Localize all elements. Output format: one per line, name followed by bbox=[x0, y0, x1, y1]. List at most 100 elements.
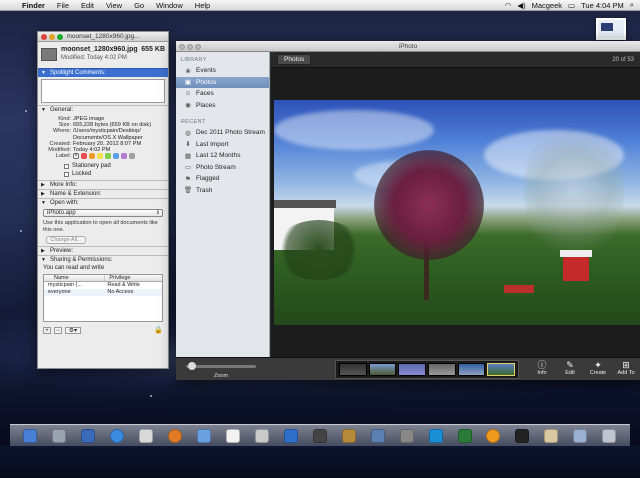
sidebar-item-last-12-months[interactable]: ▦ Last 12 Months bbox=[176, 150, 269, 162]
desktop-screenshot-icon[interactable] bbox=[596, 18, 626, 40]
mission-control-icon[interactable] bbox=[81, 428, 96, 443]
mail-icon[interactable] bbox=[139, 428, 154, 443]
iphoto-dock-icon[interactable] bbox=[283, 428, 298, 443]
filmstrip-thumb[interactable] bbox=[368, 363, 397, 376]
lock-icon[interactable]: 🔒 bbox=[154, 326, 163, 334]
quicktime-icon[interactable] bbox=[515, 428, 530, 443]
menu-go[interactable]: Go bbox=[128, 1, 150, 10]
table-row[interactable]: everyone No Access bbox=[44, 289, 162, 297]
filmstrip-thumb[interactable] bbox=[428, 363, 456, 376]
create-button[interactable]: ✦ Create bbox=[586, 360, 610, 376]
filmstrip-thumb-active[interactable] bbox=[487, 363, 516, 376]
name-extension-header[interactable]: ▶ Name & Extension: bbox=[38, 189, 168, 198]
minimize-icon[interactable] bbox=[49, 34, 55, 40]
sidebar-item-faces[interactable]: ☺ Faces bbox=[176, 88, 269, 100]
label-none-icon[interactable]: × bbox=[73, 153, 79, 160]
calendar-icon[interactable] bbox=[226, 428, 241, 443]
menu-finder[interactable]: Finder bbox=[16, 1, 51, 10]
downloads-icon[interactable] bbox=[573, 428, 588, 443]
trash-dock-icon[interactable] bbox=[602, 428, 617, 443]
preview-header[interactable]: ▶ Preview: bbox=[38, 246, 168, 255]
sidebar-item-photos[interactable]: ▣ Photos bbox=[176, 76, 269, 88]
photo-roof bbox=[274, 200, 336, 208]
zoom-icon[interactable] bbox=[195, 44, 201, 50]
add-to-button[interactable]: ⊞ Add To bbox=[614, 360, 638, 376]
vlc-icon[interactable] bbox=[486, 428, 501, 443]
col-privilege[interactable]: Privilege bbox=[105, 275, 130, 281]
minimize-icon[interactable] bbox=[187, 44, 193, 50]
label-green-swatch[interactable] bbox=[105, 153, 111, 160]
sidebar-item-flagged[interactable]: ⚑ Flagged bbox=[176, 173, 269, 185]
locked-checkbox[interactable] bbox=[64, 171, 69, 177]
menu-window[interactable]: Window bbox=[150, 1, 189, 10]
general-header[interactable]: ▼ General: bbox=[38, 105, 168, 114]
info-window: moonset_1280x960.jpg... moonset_1280x960… bbox=[37, 31, 169, 369]
label-orange-swatch[interactable] bbox=[89, 153, 95, 160]
menu-edit[interactable]: Edit bbox=[75, 1, 100, 10]
menu-view[interactable]: View bbox=[100, 1, 128, 10]
volume-icon[interactable]: ◀) bbox=[517, 1, 525, 10]
sidebar-item-dec-2011-photo-stream[interactable]: ◍ Dec 2011 Photo Stream bbox=[176, 127, 269, 139]
label-purple-swatch[interactable] bbox=[121, 153, 127, 160]
sharing-header[interactable]: ▼ Sharing & Permissions: bbox=[38, 255, 168, 264]
stationery-checkbox[interactable] bbox=[64, 163, 69, 169]
zoom-slider[interactable] bbox=[186, 362, 256, 370]
iphoto-titlebar[interactable]: iPhoto bbox=[176, 41, 640, 52]
label-red-swatch[interactable] bbox=[81, 153, 87, 160]
filmstrip-thumb[interactable] bbox=[457, 363, 486, 376]
sidebar-item-trash[interactable]: 🗑 Trash bbox=[176, 185, 269, 197]
contacts-icon[interactable] bbox=[254, 428, 269, 443]
table-row[interactable]: mysticpain (... Read & Write bbox=[44, 282, 162, 289]
open-with-header[interactable]: ▼ Open with: bbox=[38, 198, 168, 207]
label-gray-swatch[interactable] bbox=[129, 153, 135, 160]
clock[interactable]: Tue 4:04 PM bbox=[581, 1, 624, 10]
sidebar-item-photo-stream[interactable]: ▭ Photo Stream bbox=[176, 162, 269, 174]
close-icon[interactable] bbox=[179, 44, 185, 50]
terminal-icon[interactable] bbox=[312, 428, 327, 443]
finder-icon[interactable] bbox=[23, 428, 38, 443]
launchpad-icon[interactable] bbox=[52, 428, 67, 443]
excel-icon[interactable] bbox=[457, 428, 472, 443]
open-with-select[interactable]: iPhoto.app ⇕ bbox=[43, 209, 163, 218]
add-user-button[interactable]: + bbox=[43, 326, 51, 334]
wifi-icon[interactable]: ◠ bbox=[505, 1, 512, 10]
battery-icon[interactable]: ▭ bbox=[568, 1, 575, 10]
preview-icon[interactable] bbox=[370, 428, 385, 443]
action-gear-button[interactable]: ⚙▾ bbox=[65, 326, 81, 334]
info-window-titlebar[interactable]: moonset_1280x960.jpg... bbox=[38, 32, 168, 42]
firefox-icon[interactable] bbox=[168, 428, 183, 443]
facetime-icon[interactable] bbox=[197, 428, 212, 443]
col-name[interactable]: Name bbox=[44, 275, 106, 282]
garageband-icon[interactable] bbox=[341, 428, 356, 443]
label-yellow-swatch[interactable] bbox=[97, 153, 103, 160]
skype-icon[interactable] bbox=[428, 428, 443, 443]
photos-back-button[interactable]: Photos bbox=[277, 54, 312, 65]
more-info-header[interactable]: ▶ More Info: bbox=[38, 180, 168, 189]
sidebar-item-places[interactable]: ◉ Places bbox=[176, 100, 269, 112]
zoom-slider-knob[interactable] bbox=[188, 362, 196, 370]
remove-user-button[interactable]: − bbox=[54, 326, 62, 334]
user-menu[interactable]: Macgeek bbox=[532, 1, 562, 10]
dock bbox=[10, 424, 630, 446]
change-all-button[interactable]: Change All... bbox=[46, 236, 86, 245]
close-icon[interactable] bbox=[41, 34, 47, 40]
menu-help[interactable]: Help bbox=[189, 1, 216, 10]
filmstrip-thumb[interactable] bbox=[339, 363, 367, 376]
photos-icon: ▣ bbox=[184, 79, 192, 87]
spotlight-comments-field[interactable] bbox=[41, 79, 165, 103]
system-prefs-icon[interactable] bbox=[399, 428, 414, 443]
filmstrip-thumb[interactable] bbox=[398, 363, 427, 376]
sidebar-item-events[interactable]: ❀ Events bbox=[176, 65, 269, 77]
spotlight-icon[interactable]: ⌕ bbox=[630, 0, 634, 10]
edit-button[interactable]: ✎ Edit bbox=[558, 360, 582, 376]
main-photo[interactable] bbox=[274, 100, 640, 325]
spotlight-comments-header[interactable]: ▼ Spotlight Comments: bbox=[38, 68, 168, 77]
info-button[interactable]: ⓘ Info bbox=[530, 360, 554, 376]
menu-file[interactable]: File bbox=[51, 1, 75, 10]
label-blue-swatch[interactable] bbox=[113, 153, 119, 160]
zoom-icon[interactable] bbox=[57, 34, 63, 40]
safari-icon[interactable] bbox=[110, 428, 125, 443]
permissions-table: Name Privilege mysticpain (... Read & Wr… bbox=[43, 274, 163, 323]
sidebar-item-last-import[interactable]: ⬇ Last Import bbox=[176, 139, 269, 151]
stacks-icon[interactable] bbox=[544, 428, 559, 443]
